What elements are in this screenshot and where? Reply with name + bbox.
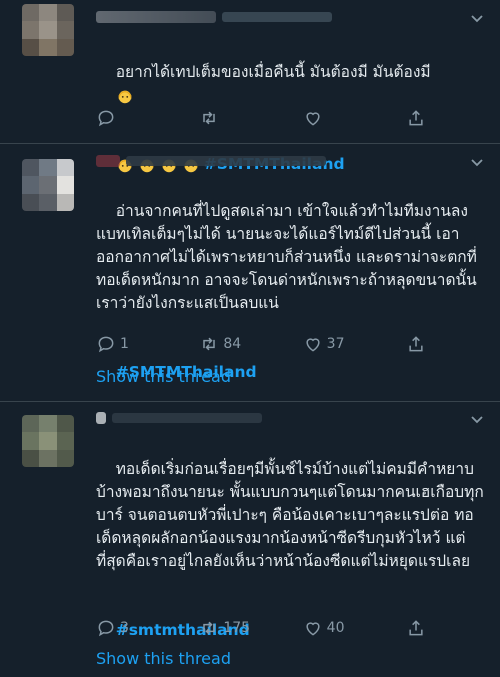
retweet-icon [203, 111, 216, 125]
reply-button[interactable]: 1 [96, 334, 199, 354]
like-button[interactable] [303, 108, 406, 128]
author-handle-blurred [222, 12, 332, 22]
share-button[interactable] [406, 108, 426, 128]
retweet-icon [203, 337, 216, 351]
author-name-blurred[interactable] [96, 155, 120, 167]
tweet-1[interactable]: อยากได้เทปเต็มของเมื่อคืนนี้ มันต้องมี ม… [0, 0, 500, 173]
share-button[interactable] [406, 334, 426, 354]
show-thread-link[interactable]: Show this thread [96, 367, 231, 386]
reply-button[interactable] [96, 108, 199, 128]
share-button[interactable] [406, 618, 426, 638]
retweet-button[interactable]: 84 [199, 334, 302, 354]
reply-count: 3 [120, 620, 129, 636]
retweet-button[interactable] [199, 108, 302, 128]
tweet-header [96, 411, 262, 425]
retweet-icon [203, 621, 216, 635]
like-button[interactable]: 37 [303, 334, 406, 354]
author-name-blurred[interactable] [96, 412, 106, 424]
tweet-body: ทอเด็ดเริ่มก่อนเรื่อยๆมีพั้นช์ไรม์บ้างแต… [96, 460, 484, 570]
tweet-3[interactable]: ทอเด็ดเริ่มก่อนเรื่อยๆมีพั้นช์ไรม์บ้างแต… [0, 401, 500, 677]
tweet-2[interactable]: อ่านจากคนที่ไปดูสดเล่ามา เข้าใจแล้วทำไมท… [0, 143, 500, 402]
avatar[interactable] [22, 415, 74, 467]
like-button[interactable]: 40 [303, 618, 406, 638]
author-handle-blurred [126, 156, 326, 166]
tweet-header [96, 154, 326, 168]
tweet-actions [96, 107, 426, 129]
like-icon [306, 338, 320, 352]
reply-icon [98, 336, 114, 353]
retweet-button[interactable]: 175 [199, 618, 302, 638]
retweet-count: 175 [223, 620, 251, 636]
avatar[interactable] [22, 4, 74, 56]
like-count: 37 [326, 336, 345, 352]
share-icon [409, 110, 423, 126]
show-thread-link[interactable]: Show this thread [96, 649, 231, 668]
tweet-body: อยากได้เทปเต็มของเมื่อคืนนี้ มันต้องมี ม… [115, 63, 431, 81]
emoji-icon [118, 90, 132, 103]
like-icon [306, 112, 320, 126]
share-icon [409, 620, 423, 636]
like-count: 40 [326, 620, 345, 636]
reply-button[interactable]: 3 [96, 618, 199, 638]
avatar[interactable] [22, 159, 74, 211]
like-icon [306, 622, 320, 636]
reply-icon [98, 110, 114, 127]
chevron-down-icon[interactable] [470, 413, 484, 427]
tweet-actions: 3 175 40 [96, 617, 426, 639]
retweet-count: 84 [223, 336, 242, 352]
chevron-down-icon[interactable] [470, 12, 484, 26]
share-icon [409, 336, 423, 352]
reply-icon [98, 620, 114, 637]
tweet-actions: 1 84 37 [96, 333, 426, 355]
chevron-down-icon[interactable] [470, 156, 484, 170]
author-name-blurred[interactable] [96, 11, 216, 23]
tweet-body: อ่านจากคนที่ไปดูสดเล่ามา เข้าใจแล้วทำไมท… [96, 202, 477, 312]
author-handle-blurred [112, 413, 262, 423]
tweet-header [96, 10, 332, 24]
reply-count: 1 [120, 336, 129, 352]
